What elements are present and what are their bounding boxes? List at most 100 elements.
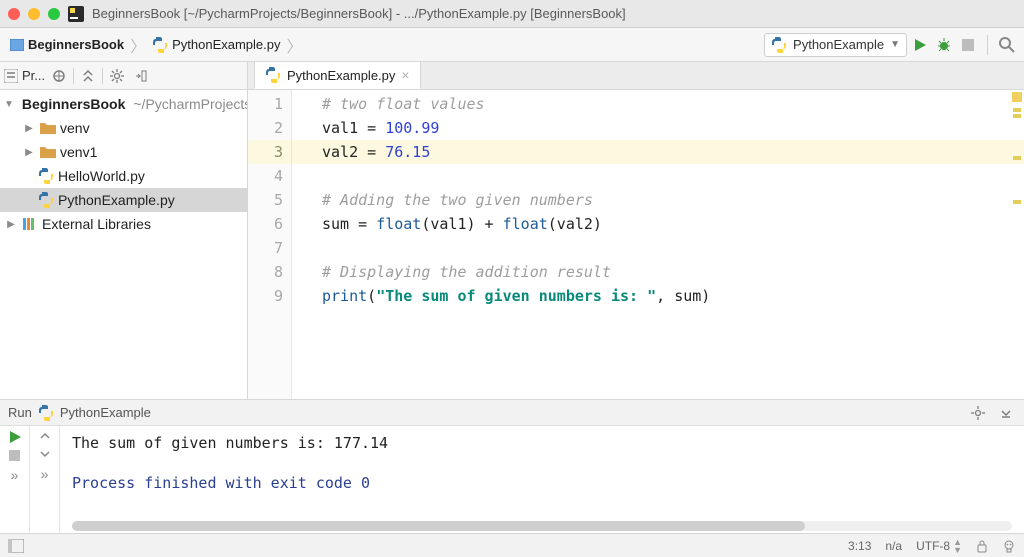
stop-run-button[interactable]: [9, 450, 20, 461]
gutter-line-number[interactable]: 5: [248, 188, 283, 212]
code-line[interactable]: # Adding the two given numbers: [322, 188, 1024, 212]
scrollbar-thumb[interactable]: [72, 521, 805, 531]
editor-error-stripe[interactable]: [1010, 90, 1024, 399]
console-output-line: The sum of given numbers is: 177.14: [72, 432, 1012, 454]
code-line[interactable]: # Displaying the addition result: [322, 260, 1024, 284]
stripe-mark[interactable]: [1013, 200, 1021, 204]
status-caret-position[interactable]: 3:13: [848, 539, 871, 553]
run-config-label: PythonExample: [793, 37, 884, 52]
tree-file[interactable]: PythonExample.py: [0, 188, 247, 212]
app-icon: [68, 6, 84, 22]
code-line[interactable]: [322, 236, 1024, 260]
python-file-icon: [38, 192, 54, 208]
search-button[interactable]: [996, 34, 1018, 56]
window-title: BeginnersBook [~/PycharmProjects/Beginne…: [92, 6, 626, 21]
breadcrumb-file[interactable]: PythonExample.py: [172, 37, 280, 52]
tool-windows-toggle[interactable]: [8, 539, 24, 553]
more-step-actions-button[interactable]: »: [41, 466, 49, 482]
warning-indicator-icon[interactable]: [1012, 92, 1022, 102]
run-console[interactable]: The sum of given numbers is: 177.14 Proc…: [60, 426, 1024, 533]
run-config-name[interactable]: PythonExample: [60, 405, 151, 420]
separator: [102, 68, 103, 84]
window-controls: [8, 8, 60, 20]
run-left-toolbar-2: »: [30, 426, 60, 533]
folder-icon: [40, 121, 56, 135]
tree-twisty-icon[interactable]: ▶: [22, 145, 36, 159]
tree-root[interactable]: ▼ BeginnersBook ~/PycharmProjects/Beginn…: [0, 92, 247, 116]
status-lock-icon[interactable]: [976, 539, 988, 553]
run-config-selector[interactable]: PythonExample ▼: [764, 33, 907, 57]
console-horizontal-scrollbar[interactable]: [72, 521, 1012, 531]
separator: [987, 35, 988, 55]
close-tab-button[interactable]: ×: [401, 67, 409, 83]
tree-item-label: venv1: [60, 144, 97, 160]
chevron-down-icon: ▼: [890, 39, 900, 50]
module-icon: [10, 39, 24, 51]
gutter-line-number[interactable]: 3: [248, 140, 291, 164]
code-editor[interactable]: 123456789 # two float valuesval1 = 100.9…: [248, 90, 1024, 399]
stripe-mark[interactable]: [1013, 156, 1021, 160]
run-left-toolbar: »: [0, 426, 30, 533]
breadcrumb-sep-icon: 〉: [128, 33, 148, 57]
status-indent[interactable]: n/a: [885, 539, 902, 553]
project-icon: [4, 69, 18, 83]
collapse-all-button[interactable]: [78, 66, 98, 86]
status-bar: 3:13 n/a UTF-8 ▲▼: [0, 533, 1024, 557]
project-tool-title[interactable]: Pr...: [22, 68, 45, 83]
status-encoding[interactable]: UTF-8 ▲▼: [916, 538, 962, 554]
code-line[interactable]: print("The sum of given numbers is: ", s…: [322, 284, 1024, 308]
run-settings-button[interactable]: [968, 403, 988, 423]
stop-button[interactable]: [957, 34, 979, 56]
editor-gutter[interactable]: 123456789: [248, 90, 292, 399]
run-button[interactable]: [909, 34, 931, 56]
main-area: Pr... ▼ BeginnersBook ~/PycharmProjects/…: [0, 62, 1024, 399]
python-file-icon: [38, 405, 54, 421]
external-libraries[interactable]: ▶ External Libraries: [0, 212, 247, 236]
breadcrumb: BeginnersBook 〉 PythonExample.py 〉: [6, 31, 309, 59]
navbar: BeginnersBook 〉 PythonExample.py 〉 Pytho…: [0, 28, 1024, 62]
run-tool-title[interactable]: Run: [8, 405, 32, 420]
tree-folder[interactable]: ▶venv: [0, 116, 247, 140]
tree-folder[interactable]: ▶ venv1: [0, 140, 247, 164]
tree-twisty-icon[interactable]: ▶: [22, 121, 36, 135]
code-content[interactable]: # two float valuesval1 = 100.99val2 = 76…: [292, 90, 1024, 399]
scope-selector-button[interactable]: [49, 66, 69, 86]
maximize-window-button[interactable]: [48, 8, 60, 20]
hide-tool-window-button[interactable]: [131, 66, 151, 86]
step-up-button[interactable]: [39, 430, 51, 442]
debug-button[interactable]: [933, 34, 955, 56]
hide-run-tool-button[interactable]: [996, 403, 1016, 423]
minimize-window-button[interactable]: [28, 8, 40, 20]
tree-root-path: ~/PycharmProjects/BeginnersBook: [133, 96, 247, 112]
breadcrumb-project[interactable]: BeginnersBook: [28, 37, 124, 52]
step-down-button[interactable]: [39, 448, 51, 460]
more-run-actions-button[interactable]: »: [11, 467, 19, 483]
tree-twisty-open-icon[interactable]: ▼: [4, 97, 14, 111]
gutter-line-number[interactable]: 9: [248, 284, 283, 308]
gutter-line-number[interactable]: 2: [248, 116, 283, 140]
gutter-line-number[interactable]: 1: [248, 92, 283, 116]
code-line[interactable]: val1 = 100.99: [322, 116, 1024, 140]
stripe-mark[interactable]: [1013, 108, 1021, 112]
project-tool-header: Pr...: [0, 62, 247, 90]
python-file-icon: [38, 168, 54, 184]
gutter-line-number[interactable]: 8: [248, 260, 283, 284]
tree-file[interactable]: HelloWorld.py: [0, 164, 247, 188]
status-inspector-icon[interactable]: [1002, 539, 1016, 553]
gutter-line-number[interactable]: 7: [248, 236, 283, 260]
code-line[interactable]: val2 = 76.15: [292, 140, 1024, 164]
stripe-mark[interactable]: [1013, 114, 1021, 118]
close-window-button[interactable]: [8, 8, 20, 20]
settings-gear-button[interactable]: [107, 66, 127, 86]
rerun-button[interactable]: [8, 430, 22, 444]
code-line[interactable]: sum = float(val1) + float(val2): [322, 212, 1024, 236]
external-libraries-label: External Libraries: [42, 216, 151, 232]
code-line[interactable]: [322, 164, 1024, 188]
gutter-line-number[interactable]: 6: [248, 212, 283, 236]
project-tree[interactable]: ▼ BeginnersBook ~/PycharmProjects/Beginn…: [0, 90, 247, 399]
editor-tab[interactable]: PythonExample.py ×: [254, 61, 421, 89]
tree-twisty-icon[interactable]: ▶: [4, 217, 18, 231]
python-file-icon: [152, 37, 168, 53]
code-line[interactable]: # two float values: [322, 92, 1024, 116]
gutter-line-number[interactable]: 4: [248, 164, 283, 188]
